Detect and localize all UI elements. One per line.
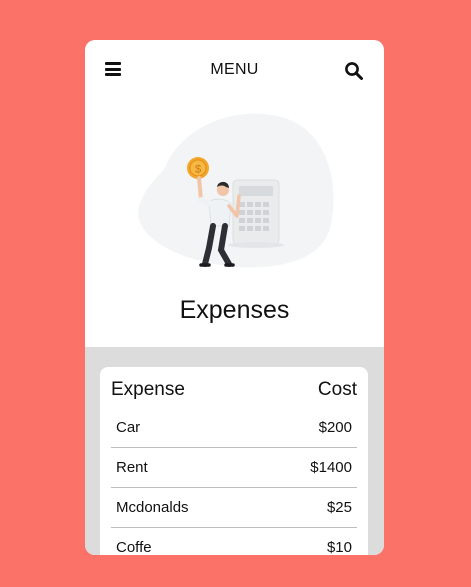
column-header-cost: Cost <box>317 379 357 400</box>
expense-name: Rent <box>116 459 148 476</box>
app-screen: MENU $ Expenses Expense Cost Car $200 Re… <box>85 40 384 555</box>
expenses-illustration: $ <box>125 108 345 278</box>
expense-cost: $1400 <box>310 459 352 476</box>
expense-cost: $10 <box>326 539 352 555</box>
table-row[interactable]: Rent $1400 <box>111 448 357 488</box>
page-title: Expenses <box>179 296 290 324</box>
expense-cost: $25 <box>326 499 352 516</box>
expenses-table-card: Expense Cost Car $200 Rent $1400 Mcdonal… <box>100 367 368 555</box>
expense-name: Coffe <box>116 539 152 555</box>
coin-icon: $ <box>187 157 209 179</box>
table-header: Expense Cost <box>111 379 357 403</box>
expense-name: Mcdonalds <box>116 499 189 516</box>
column-header-expense: Expense <box>111 379 185 400</box>
table-row[interactable]: Coffe $10 <box>111 528 357 555</box>
content-panel: Expense Cost Car $200 Rent $1400 Mcdonal… <box>85 347 384 555</box>
expense-cost: $200 <box>318 419 352 436</box>
table-row[interactable]: Car $200 <box>111 408 357 448</box>
svg-text:$: $ <box>195 164 201 176</box>
search-icon[interactable] <box>344 61 364 81</box>
expense-name: Car <box>116 419 141 436</box>
menu-title: MENU <box>210 61 259 78</box>
table-row[interactable]: Mcdonalds $25 <box>111 488 357 528</box>
top-bar: MENU <box>85 40 384 102</box>
